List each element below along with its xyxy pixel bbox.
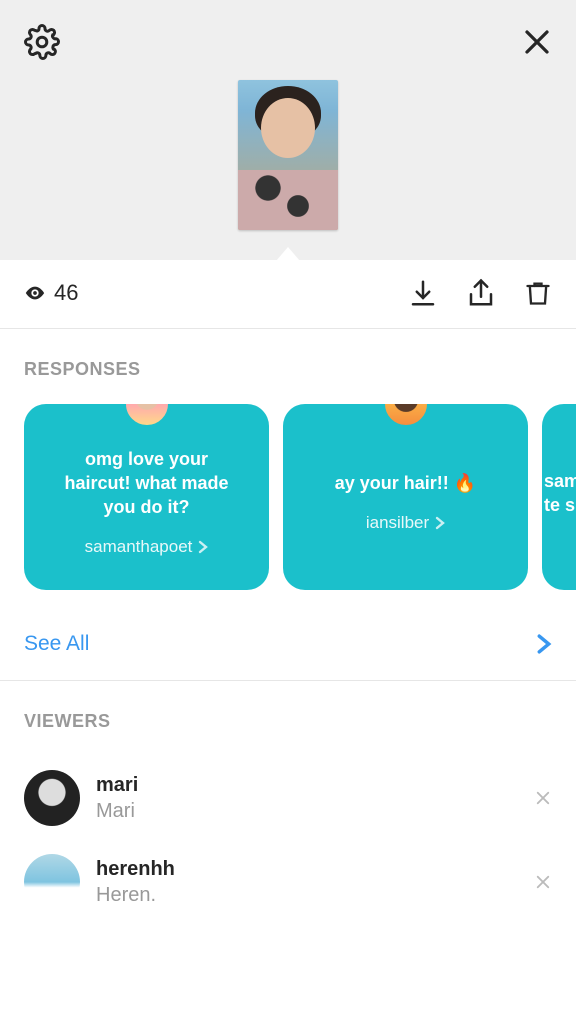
download-button[interactable] (408, 278, 438, 308)
remove-viewer-button[interactable] (534, 789, 552, 807)
remove-viewer-button[interactable] (534, 873, 552, 891)
viewer-row[interactable]: mari Mari (24, 756, 552, 840)
avatar (123, 404, 171, 428)
chevron-right-icon (536, 633, 552, 655)
response-card[interactable]: ay your hair!! 🔥 iansilber (283, 404, 528, 590)
download-icon (408, 278, 438, 308)
responses-carousel[interactable]: omg love your haircut! what made you do … (0, 404, 576, 610)
view-count-value: 46 (54, 280, 78, 306)
delete-button[interactable] (524, 278, 552, 308)
response-text: ay your hair!! 🔥 (335, 471, 476, 495)
viewer-username: mari (96, 772, 518, 798)
viewer-row[interactable]: herenhh Heren. (24, 840, 552, 924)
see-all-link[interactable]: See All (24, 632, 89, 656)
viewers-section-label: VIEWERS (0, 681, 576, 756)
close-icon (534, 873, 552, 891)
responses-section-label: RESPONSES (0, 329, 576, 404)
story-thumbnail[interactable] (238, 80, 338, 230)
response-card[interactable]: omg love your haircut! what made you do … (24, 404, 269, 590)
response-card[interactable]: sam te s (542, 404, 576, 590)
share-icon (466, 278, 496, 308)
response-username: iansilber (366, 513, 445, 533)
close-icon (534, 789, 552, 807)
gear-icon (24, 24, 60, 60)
eye-icon (24, 282, 46, 304)
response-text: sam te s (544, 469, 576, 518)
share-button[interactable] (466, 278, 496, 308)
response-text: omg love your haircut! what made you do … (50, 447, 243, 520)
chevron-right-icon (435, 516, 445, 530)
response-username: samanthapoet (85, 537, 209, 557)
view-count: 46 (24, 280, 78, 306)
settings-button[interactable] (24, 24, 60, 60)
trash-icon (524, 278, 552, 308)
avatar (24, 854, 80, 910)
viewer-username: herenhh (96, 856, 518, 882)
chevron-right-icon (198, 540, 208, 554)
viewer-displayname: Heren. (96, 882, 518, 908)
avatar (382, 404, 430, 428)
see-all-row[interactable]: See All (0, 610, 576, 681)
close-icon (522, 27, 552, 57)
avatar (24, 770, 80, 826)
close-button[interactable] (522, 27, 552, 57)
viewer-displayname: Mari (96, 798, 518, 824)
